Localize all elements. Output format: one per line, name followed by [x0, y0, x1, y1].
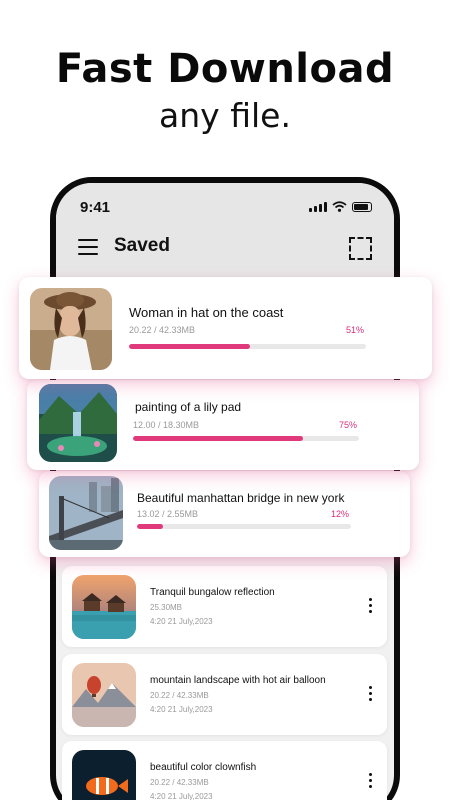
- download-card[interactable]: Beautiful manhattan bridge in new york 1…: [39, 471, 410, 557]
- download-percent: 12%: [331, 509, 350, 519]
- file-date: 4:20 21 July,2023: [150, 617, 213, 626]
- page-title: Saved: [114, 235, 170, 256]
- signal-icon: [309, 202, 327, 212]
- download-card[interactable]: painting of a lily pad 12.00 / 18.30MB 7…: [27, 380, 419, 470]
- file-title: Tranquil bungalow reflection: [150, 587, 275, 598]
- thumbnail-bungalow: [72, 575, 136, 639]
- wifi-icon: [332, 201, 347, 212]
- download-percent: 75%: [339, 420, 358, 430]
- file-date: 4:20 21 July,2023: [150, 792, 213, 800]
- thumbnail-lily-pad: [39, 384, 117, 462]
- download-title: painting of a lily pad: [135, 400, 242, 414]
- battery-icon: [352, 202, 372, 212]
- download-size: 13.02 / 2.55MB: [137, 509, 199, 519]
- list-item[interactable]: mountain landscape with hot air balloon …: [62, 654, 387, 735]
- hamburger-menu-icon[interactable]: [78, 239, 98, 260]
- thumbnail-bridge: [49, 476, 123, 550]
- download-title: Woman in hat on the coast: [129, 305, 284, 320]
- headline-title: Fast Download: [55, 46, 395, 92]
- more-options-icon[interactable]: [369, 598, 373, 616]
- thumbnail-balloon: [72, 663, 136, 727]
- status-icons: [309, 201, 372, 212]
- more-options-icon[interactable]: [369, 686, 373, 704]
- download-percent: 51%: [346, 325, 365, 335]
- more-options-icon[interactable]: [369, 773, 373, 791]
- status-time: 9:41: [80, 199, 111, 216]
- progress-bar: [129, 344, 366, 349]
- file-title: beautiful color clownfish: [150, 762, 257, 773]
- file-size: 20.22 / 42.33MB: [150, 778, 209, 787]
- file-title: mountain landscape with hot air balloon: [150, 675, 326, 686]
- thumbnail-woman-hat: [30, 288, 112, 370]
- download-size: 20.22 / 42.33MB: [129, 325, 196, 335]
- progress-bar: [137, 524, 351, 529]
- file-size: 20.22 / 42.33MB: [150, 691, 209, 700]
- download-card[interactable]: Woman in hat on the coast 20.22 / 42.33M…: [19, 277, 432, 379]
- headline-subtitle: any file.: [159, 96, 291, 135]
- app-header: 9:41 Saved: [56, 183, 394, 278]
- progress-bar: [133, 436, 359, 441]
- list-item[interactable]: Tranquil bungalow reflection 25.30MB 4:2…: [62, 566, 387, 647]
- file-date: 4:20 21 July,2023: [150, 705, 213, 714]
- thumbnail-clownfish: [72, 750, 136, 800]
- file-size: 25.30MB: [150, 603, 183, 612]
- list-item[interactable]: beautiful color clownfish 20.22 / 42.33M…: [62, 741, 387, 800]
- select-icon[interactable]: [349, 237, 372, 260]
- download-size: 12.00 / 18.30MB: [133, 420, 200, 430]
- download-title: Beautiful manhattan bridge in new york: [137, 491, 345, 505]
